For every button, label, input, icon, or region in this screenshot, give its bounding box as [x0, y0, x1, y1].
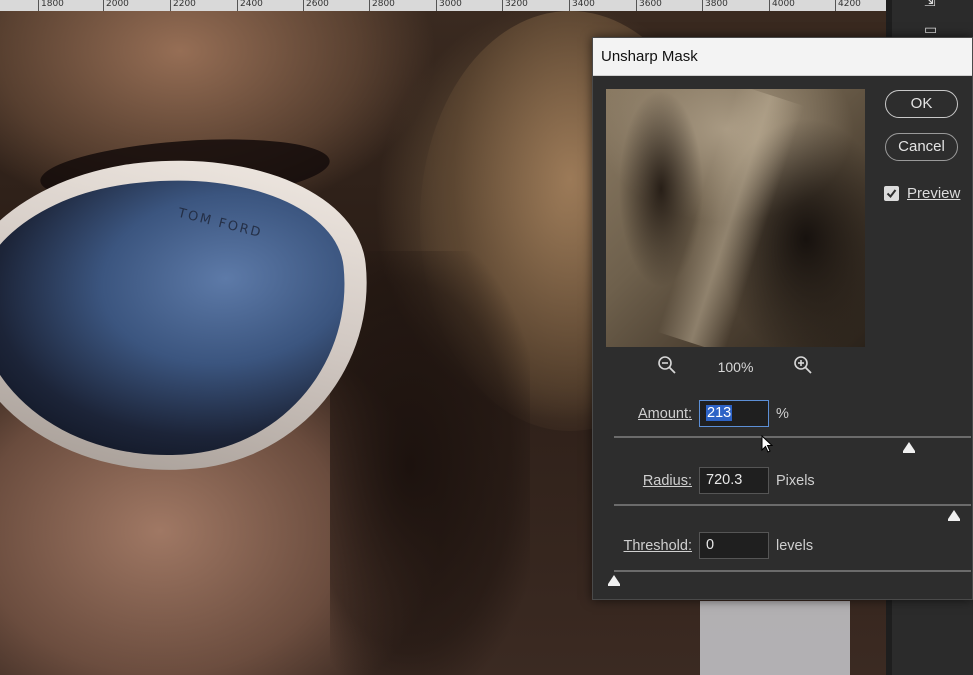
preview-highlight	[657, 89, 805, 347]
ruler-tick: 2000	[103, 0, 129, 11]
ruler-tick: 3200	[502, 0, 528, 11]
ruler-tick: 3800	[702, 0, 728, 11]
ruler-tick: 2200	[170, 0, 196, 11]
mouse-cursor-icon	[761, 435, 773, 453]
ruler-tick: 4200	[835, 0, 861, 11]
ruler-tick: 2600	[303, 0, 329, 11]
amount-slider-track[interactable]	[614, 436, 971, 438]
ruler-tick: 2800	[369, 0, 395, 11]
amount-label: Amount:	[638, 406, 692, 422]
amount-value: 213	[706, 405, 733, 421]
zoom-percent: 100%	[717, 359, 754, 375]
ruler-tick: 3000	[436, 0, 462, 11]
photo-glare	[700, 601, 850, 675]
threshold-label: Threshold:	[623, 538, 692, 554]
ruler-tick: 3400	[569, 0, 595, 11]
dialog-title[interactable]: Unsharp Mask	[593, 38, 972, 76]
radius-input[interactable]: 720.3	[699, 467, 769, 494]
comment-icon[interactable]: ▭	[924, 22, 937, 38]
preview-zoom-controls: 100%	[606, 354, 865, 380]
radius-label: Radius:	[642, 473, 692, 489]
ruler-tick: 2400	[237, 0, 263, 11]
radius-row: Radius: 720.3 Pixels	[593, 467, 973, 495]
threshold-input[interactable]: 0	[699, 532, 769, 559]
amount-unit: %	[776, 406, 789, 422]
history-icon[interactable]: ⇲	[924, 0, 936, 10]
radius-slider-thumb[interactable]	[947, 510, 960, 521]
zoom-in-icon[interactable]	[792, 354, 816, 378]
threshold-row: Threshold: 0 levels	[593, 532, 973, 560]
threshold-slider-thumb[interactable]	[608, 575, 620, 586]
ruler-tick: 4000	[769, 0, 795, 11]
filter-preview-image[interactable]	[606, 89, 865, 347]
amount-slider-thumb[interactable]	[902, 442, 915, 453]
threshold-slider-track[interactable]	[614, 570, 971, 572]
amount-row: Amount: 213 %	[593, 400, 973, 428]
unsharp-mask-dialog: Unsharp Mask 100% OK Cancel Preview Amou…	[592, 37, 973, 600]
ok-button[interactable]: OK	[885, 90, 958, 118]
checkbox-checked-icon[interactable]	[884, 186, 899, 201]
threshold-unit: levels	[776, 538, 814, 554]
cancel-button[interactable]: Cancel	[885, 133, 958, 161]
ruler-tick: 3600	[636, 0, 662, 11]
preview-label: Preview	[907, 185, 961, 202]
ruler-tick: 1800	[38, 0, 64, 11]
radius-slider-track[interactable]	[614, 504, 971, 506]
amount-input[interactable]: 213	[699, 400, 769, 427]
radius-unit: Pixels	[776, 473, 815, 489]
